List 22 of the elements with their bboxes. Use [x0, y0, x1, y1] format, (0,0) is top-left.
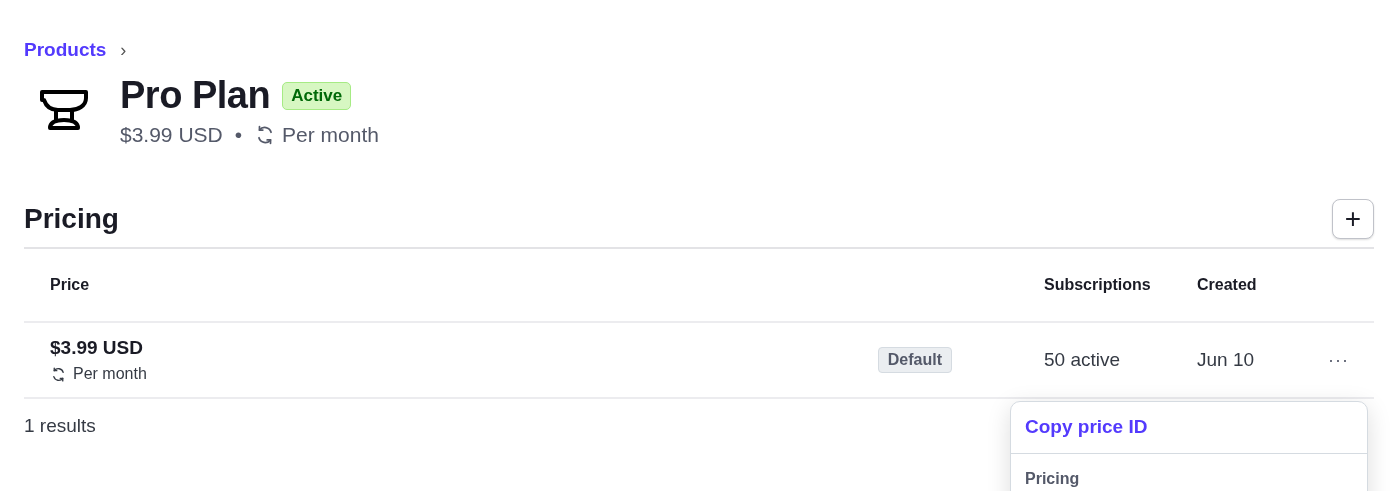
- section-title: Pricing: [24, 203, 119, 235]
- breadcrumb-link[interactable]: Products: [24, 39, 107, 61]
- status-badge: Active: [282, 81, 352, 110]
- menu-item[interactable]: Copy price ID: [1011, 402, 1367, 454]
- default-badge: Default: [877, 347, 952, 373]
- more-options-button[interactable]: ···: [1328, 349, 1349, 371]
- bullet-separator: •: [234, 123, 243, 147]
- billing-interval: Per month: [73, 365, 147, 383]
- billing-interval: Per month: [282, 123, 379, 147]
- refresh-icon: [50, 365, 67, 383]
- product-price: $3.99 USD: [120, 123, 223, 147]
- results-count: 1 results: [24, 415, 96, 437]
- product-title: Pro Plan: [120, 74, 271, 117]
- created-date: Jun 10: [1197, 349, 1255, 371]
- price-amount: $3.99 USD: [50, 337, 143, 359]
- menu-section-header: Pricing: [1024, 469, 1081, 488]
- subscriptions-count: 50 active: [1044, 349, 1121, 371]
- column-header: Price: [24, 249, 878, 323]
- column-header: Subscriptions: [1044, 249, 1197, 323]
- column-header: Created: [1197, 249, 1328, 323]
- breadcrumb-separator: ›: [120, 39, 127, 61]
- add-button[interactable]: +: [1332, 199, 1374, 239]
